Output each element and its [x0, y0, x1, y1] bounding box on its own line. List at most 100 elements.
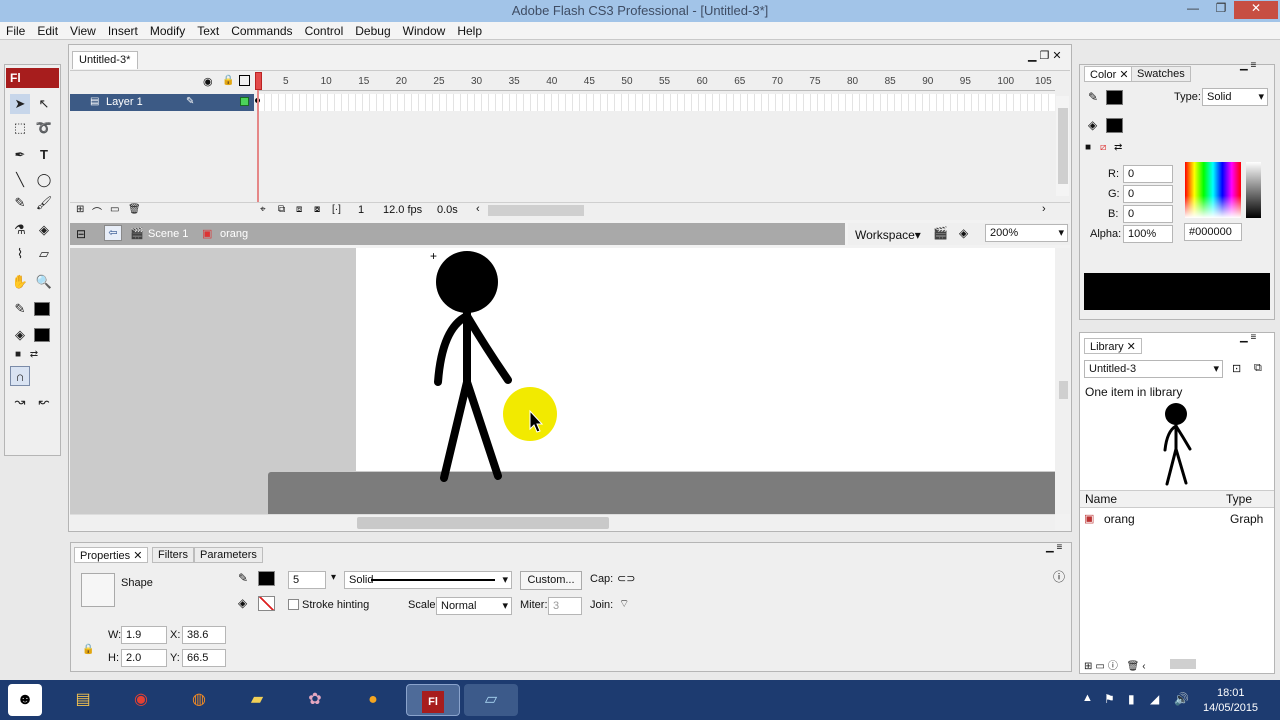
- custom-button[interactable]: Custom...: [520, 571, 582, 590]
- library-col-name[interactable]: Name: [1085, 492, 1117, 506]
- media-app-icon[interactable]: ●: [356, 684, 390, 716]
- paint-app-icon[interactable]: ✿: [298, 684, 332, 716]
- document-tab[interactable]: Untitled-3*: [72, 51, 138, 69]
- pencil-tool-icon[interactable]: ✎: [10, 193, 30, 213]
- add-folder-icon[interactable]: ▭: [110, 204, 119, 215]
- volume-icon[interactable]: 🔊: [1174, 692, 1189, 706]
- join-icon[interactable]: ⌔: [619, 597, 629, 611]
- layer-color-icon[interactable]: [240, 97, 249, 106]
- zoom-tool-icon[interactable]: 🔍: [34, 272, 54, 292]
- eraser-tool-icon[interactable]: ▱: [34, 244, 54, 264]
- menu-view[interactable]: View: [64, 22, 102, 39]
- fill-color-picker[interactable]: [258, 596, 275, 611]
- stroke-color-icon[interactable]: ✎: [10, 299, 30, 319]
- add-motion-guide-icon[interactable]: ⌒: [92, 204, 102, 219]
- library-item-name[interactable]: orang: [1104, 512, 1135, 526]
- stroke-height-input[interactable]: 5: [288, 571, 326, 589]
- brightness-slider[interactable]: [1246, 162, 1261, 218]
- maximize-button[interactable]: ❐: [1208, 1, 1234, 19]
- playhead[interactable]: [255, 72, 262, 90]
- minimize-button[interactable]: —: [1180, 1, 1206, 19]
- delete-layer-icon[interactable]: 🗑: [128, 204, 141, 215]
- swap-colors-icon[interactable]: ⇄: [1114, 142, 1122, 153]
- swap-colors-icon[interactable]: ⇄: [24, 345, 44, 365]
- y-input[interactable]: 66.5: [182, 649, 226, 667]
- color-spectrum[interactable]: [1185, 162, 1241, 218]
- stroke-color-picker[interactable]: [258, 571, 275, 586]
- battery-icon[interactable]: ▮: [1128, 692, 1135, 706]
- fill-color-swatch[interactable]: [34, 328, 50, 342]
- g-input[interactable]: 0: [1123, 185, 1173, 203]
- eyedropper-tool-icon[interactable]: ⌇: [10, 244, 30, 264]
- menu-help[interactable]: Help: [451, 22, 488, 39]
- modify-onion-markers-icon[interactable]: [·]: [332, 204, 341, 215]
- no-color-icon[interactable]: ⧄: [1100, 142, 1106, 153]
- show-hidden-icons[interactable]: ▲: [1082, 692, 1093, 704]
- workspace-menu[interactable]: Workspace▾: [855, 228, 921, 242]
- selection-tool-icon[interactable]: ➤: [10, 94, 30, 114]
- text-tool-icon[interactable]: T: [34, 145, 54, 165]
- menu-file[interactable]: File: [0, 22, 31, 39]
- library-col-type[interactable]: Type: [1226, 492, 1252, 506]
- folder-icon[interactable]: ▰: [240, 684, 274, 716]
- clock-time[interactable]: 18:01: [1217, 687, 1245, 699]
- menu-control[interactable]: Control: [299, 22, 350, 39]
- scroll-left-icon[interactable]: ‹: [476, 203, 480, 215]
- height-input[interactable]: 2.0: [121, 649, 167, 667]
- subselection-tool-icon[interactable]: ↖: [34, 94, 54, 114]
- menu-debug[interactable]: Debug: [349, 22, 396, 39]
- paint-bucket-tool-icon[interactable]: ◈: [34, 220, 54, 240]
- onion-skin-icon[interactable]: ⧉: [278, 204, 285, 215]
- scroll-right-icon[interactable]: ›: [1042, 203, 1046, 215]
- chrome-icon[interactable]: ◉: [124, 684, 158, 716]
- edit-multiple-frames-icon[interactable]: ⧇: [314, 204, 320, 215]
- menu-text[interactable]: Text: [191, 22, 225, 39]
- panel-menu-icon[interactable]: ▁ ≡: [1046, 542, 1062, 553]
- timeline-hscroll-thumb[interactable]: [488, 205, 584, 216]
- outline-icon[interactable]: [239, 75, 250, 86]
- alpha-input[interactable]: 100%: [1123, 225, 1173, 243]
- firefox-icon[interactable]: ◍: [182, 684, 216, 716]
- panel-menu-icon[interactable]: ▁ ≡: [1240, 332, 1256, 343]
- new-library-icon[interactable]: ⧉: [1254, 362, 1262, 375]
- menu-modify[interactable]: Modify: [144, 22, 191, 39]
- menu-window[interactable]: Window: [397, 22, 452, 39]
- doc-window-controls[interactable]: ▁ ❐ ✕: [1028, 49, 1062, 62]
- stick-figure-canvas[interactable]: +: [356, 248, 1056, 514]
- tab-properties[interactable]: Properties ✕: [74, 547, 149, 563]
- fill-color-swatch[interactable]: [1106, 118, 1123, 133]
- x-input[interactable]: 38.6: [182, 626, 226, 644]
- add-layer-icon[interactable]: ⊞: [76, 204, 84, 215]
- file-explorer-icon[interactable]: ▤: [66, 684, 100, 716]
- default-colors-icon[interactable]: ■: [1085, 142, 1091, 153]
- tab-color[interactable]: Color ✕: [1084, 66, 1135, 82]
- pen-tool-icon[interactable]: ✒: [10, 145, 30, 165]
- miter-input[interactable]: 3: [548, 597, 582, 615]
- scale-select[interactable]: Normal ▾: [436, 597, 512, 615]
- menu-commands[interactable]: Commands: [225, 22, 298, 39]
- type-select[interactable]: Solid ▾: [1202, 88, 1268, 106]
- tab-library[interactable]: Library ✕: [1084, 338, 1142, 354]
- back-arrow-icon[interactable]: ⇦: [104, 225, 122, 241]
- timeline-toggle-icon[interactable]: ⊟: [76, 227, 86, 241]
- b-input[interactable]: 0: [1123, 205, 1173, 223]
- stroke-hinting-checkbox[interactable]: [288, 599, 299, 610]
- r-input[interactable]: 0: [1123, 165, 1173, 183]
- stage-vscroll-thumb[interactable]: [1059, 381, 1068, 399]
- lock-icon[interactable]: 🔒: [82, 644, 94, 655]
- free-transform-tool-icon[interactable]: ⬚: [10, 118, 30, 138]
- library-footer-icons[interactable]: ⊞▭ⓘ 🗑‹: [1084, 657, 1149, 672]
- width-input[interactable]: 1.9: [121, 626, 167, 644]
- line-tool-icon[interactable]: ╲: [10, 170, 30, 190]
- network-icon[interactable]: ◢: [1150, 692, 1159, 706]
- stroke-height-chevron-icon[interactable]: ▾: [331, 572, 336, 583]
- notes-app-icon[interactable]: ▱: [464, 684, 518, 716]
- tab-filters[interactable]: Filters: [152, 547, 194, 563]
- library-hscroll-thumb[interactable]: [1170, 659, 1196, 669]
- brush-tool-icon[interactable]: 🖌: [34, 193, 54, 213]
- tab-parameters[interactable]: Parameters: [194, 547, 263, 563]
- menu-insert[interactable]: Insert: [102, 22, 144, 39]
- flash-taskbar-button[interactable]: Fl: [406, 684, 460, 716]
- library-document-select[interactable]: Untitled-3 ▾: [1084, 360, 1223, 378]
- flag-icon[interactable]: ⚑: [1104, 692, 1115, 706]
